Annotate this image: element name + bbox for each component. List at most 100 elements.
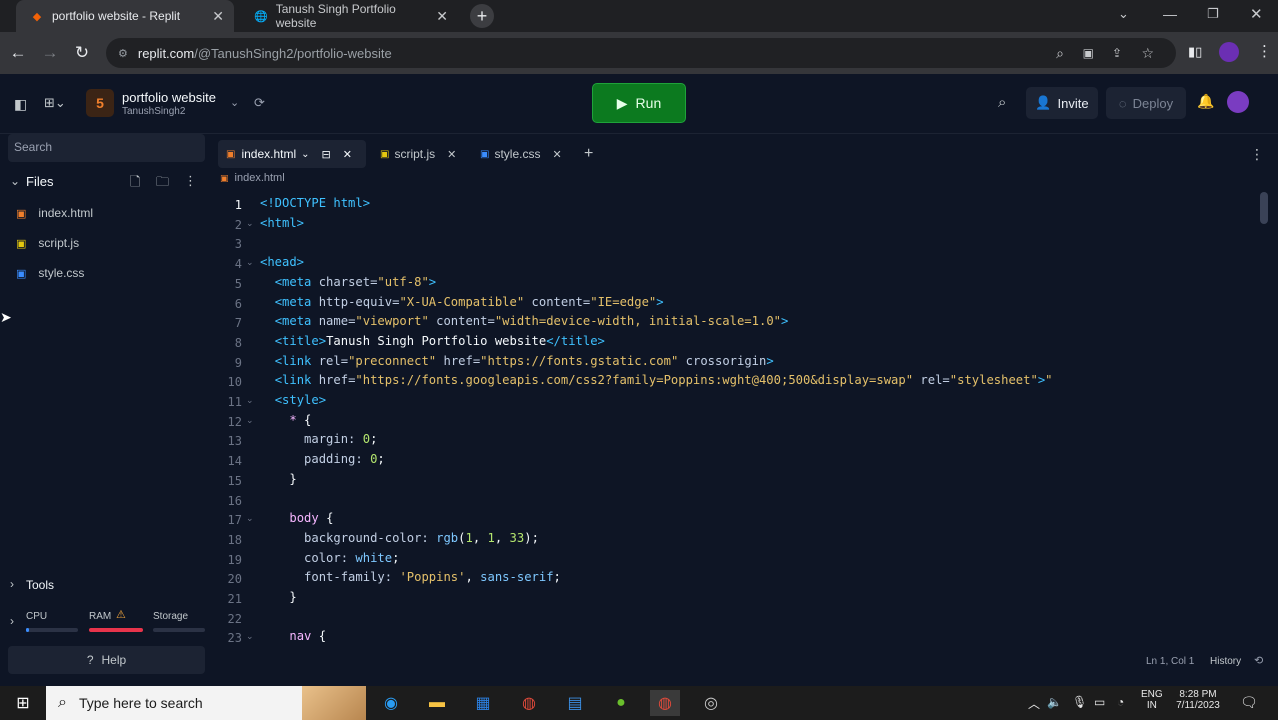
close-tab-icon[interactable]: ✕ — [343, 148, 352, 161]
breadcrumb-file[interactable]: index.html — [235, 172, 285, 184]
clock[interactable]: 8:28 PM 7/11/2023 — [1170, 689, 1226, 711]
minimize-icon[interactable]: — — [1163, 6, 1177, 22]
deploy-button[interactable]: ◌ Deploy — [1106, 87, 1186, 119]
restore-icon[interactable]: ❐ — [1207, 6, 1219, 22]
calculator-app-icon[interactable]: ▤ — [560, 690, 590, 716]
profile-avatar[interactable] — [1219, 42, 1239, 62]
project-name[interactable]: portfolio website — [122, 90, 216, 105]
tab-label: style.css — [494, 147, 541, 161]
browser-tab-portfolio[interactable]: 🌐 Tanush Singh Portfolio website ✕ — [240, 0, 458, 32]
wifi-icon[interactable]: ◔ — [1117, 695, 1124, 709]
pane-menu-icon[interactable]: ⋮ — [1250, 140, 1264, 168]
volume-icon[interactable]: 🔈 — [1047, 695, 1062, 709]
file-item-style-css[interactable]: ▣ style.css — [16, 266, 84, 280]
forward-arrow-icon[interactable]: → — [40, 43, 60, 63]
clock-time: 8:28 PM — [1179, 689, 1217, 700]
address-bar[interactable]: ⚙ replit.com /@TanushSingh2/portfolio-we… — [106, 38, 1176, 68]
chevron-down-icon[interactable]: ⌄ — [301, 149, 309, 160]
share-icon[interactable]: ⇪ — [1112, 46, 1122, 60]
code-line: <meta name="viewport" content="width=dev… — [274, 314, 789, 329]
code-line: * { — [289, 412, 312, 427]
side-panel-icon[interactable]: ▮▯ — [1188, 44, 1202, 60]
editor-scrollbar[interactable] — [1260, 192, 1268, 224]
more-options-icon[interactable]: ⋮ — [184, 173, 197, 189]
file-item-script-js[interactable]: ▣ script.js — [16, 236, 79, 250]
chrome-icon[interactable]: ◍ — [514, 690, 544, 716]
fold-chevron-icon[interactable]: ⌄ — [246, 257, 254, 268]
edge-browser-icon[interactable]: ◉ — [376, 690, 406, 716]
close-tab-icon[interactable]: ✕ — [436, 8, 448, 25]
css-file-icon: ▣ — [16, 267, 27, 280]
new-tab-button[interactable]: + — [470, 4, 494, 28]
chrome-active-icon[interactable]: ◍ — [650, 690, 680, 716]
search-icon[interactable]: ⌕ — [1056, 45, 1064, 62]
new-file-icon[interactable]: 🗋 — [130, 173, 140, 195]
cursor-position[interactable]: Ln 1, Col 1 — [1146, 656, 1194, 667]
fold-chevron-icon[interactable]: ⌄ — [246, 395, 254, 406]
layout-menu-icon[interactable]: ⊞⌄ — [44, 95, 66, 111]
back-arrow-icon[interactable]: ← — [8, 43, 28, 63]
tab-index-html[interactable]: ▣ index.html ⌄ ⊟ ✕ — [218, 140, 366, 168]
browser-menu-icon[interactable]: ⋮ — [1257, 42, 1272, 60]
bookmark-star-icon[interactable]: ☆ — [1141, 45, 1154, 62]
url-host: replit.com — [137, 45, 195, 61]
reload-icon[interactable]: ↻ — [72, 43, 92, 63]
notification-bell-icon[interactable]: 🔔 — [1197, 93, 1214, 110]
project-owner[interactable]: TanushSingh2 — [122, 106, 185, 117]
file-item-index-html[interactable]: ▣ index.html — [16, 206, 93, 220]
close-tab-icon[interactable]: ✕ — [212, 8, 224, 25]
invite-button[interactable]: 👤 Invite — [1026, 87, 1098, 119]
add-tab-icon[interactable]: + — [584, 140, 593, 168]
cast-icon[interactable]: ▣ — [1083, 46, 1094, 60]
utorrent-icon[interactable]: ● — [606, 690, 636, 716]
url-path: /@TanushSingh2/portfolio-website — [194, 45, 392, 61]
files-label[interactable]: Files — [26, 174, 53, 189]
close-tab-icon[interactable]: ✕ — [552, 148, 561, 161]
tab-style-css[interactable]: ▣ style.css ✕ — [480, 140, 562, 168]
project-chevron-icon[interactable]: ⌄ — [230, 96, 239, 109]
tab-script-js[interactable]: ▣ script.js ✕ — [380, 140, 456, 168]
preview-icon[interactable]: ⊟ — [322, 148, 331, 161]
search-input[interactable]: Search — [8, 134, 205, 162]
window-close-icon[interactable]: ✕ — [1250, 5, 1263, 23]
line-number-gutter: 1 2 ⌄ 3 4 ⌄ 5 6 7 8 9 10 11 ⌄ 12 ⌄ 13 14 15 16 17 ⌄ 18 19 20 21 22… — [214, 196, 258, 646]
store-icon[interactable]: ▦ — [468, 690, 498, 716]
code-area[interactable]: <!DOCTYPE html> <html> <head> <meta char… — [260, 196, 1260, 646]
battery-icon[interactable]: ▭ — [1094, 695, 1105, 709]
language-indicator[interactable]: ENG IN — [1141, 689, 1163, 711]
taskbar-search-input[interactable]: ⌕ Type here to search — [46, 686, 366, 720]
files-chevron-icon[interactable]: ⌄ — [10, 174, 20, 188]
user-avatar[interactable] — [1227, 91, 1249, 113]
help-button[interactable]: ? Help — [8, 646, 205, 674]
tools-label[interactable]: Tools — [26, 578, 54, 592]
html-file-icon: ▣ — [220, 172, 229, 183]
fold-chevron-icon[interactable]: ⌄ — [246, 415, 254, 426]
obs-icon[interactable]: ◎ — [696, 690, 726, 716]
history-label[interactable]: History — [1210, 656, 1241, 667]
notifications-icon[interactable]: 🗨 — [1240, 694, 1258, 711]
history-cloud-icon[interactable]: ⟳ — [254, 95, 265, 111]
site-info-icon[interactable]: ⚙ — [118, 47, 128, 60]
windows-start-icon[interactable]: ⊞ — [8, 690, 38, 716]
sidebar-toggle-icon[interactable]: ◧ — [14, 96, 27, 113]
fold-chevron-icon[interactable]: ⌄ — [246, 631, 254, 642]
line-number: 9 — [234, 355, 242, 370]
help-label: Help — [101, 653, 127, 667]
browser-tab-replit[interactable]: ◆ portfolio website - Replit ✕ — [16, 0, 234, 32]
resources-chevron-icon[interactable]: › — [10, 614, 14, 628]
fold-chevron-icon[interactable]: ⌄ — [246, 513, 254, 524]
fold-chevron-icon[interactable]: ⌄ — [246, 218, 254, 229]
run-button[interactable]: ▶ Run — [592, 83, 686, 123]
new-folder-icon[interactable]: 🗀 — [156, 173, 169, 195]
tray-chevron-icon[interactable]: ︿ — [1028, 695, 1040, 712]
file-explorer-icon[interactable]: ▬ — [422, 690, 452, 716]
close-tab-icon[interactable]: ✕ — [447, 148, 456, 161]
tab-search-chevron-icon[interactable]: ⌄ — [1118, 6, 1129, 22]
code-line: nav { — [289, 629, 327, 644]
search-icon[interactable]: ⌕ — [998, 94, 1006, 111]
code-line: background-color: rgb(1, 1, 33); — [304, 530, 539, 545]
microphone-icon[interactable]: 🎙 — [1072, 695, 1087, 709]
tools-chevron-icon[interactable]: › — [10, 577, 14, 591]
line-number: 4 — [234, 257, 242, 272]
history-icon[interactable]: ⟲ — [1254, 654, 1263, 667]
